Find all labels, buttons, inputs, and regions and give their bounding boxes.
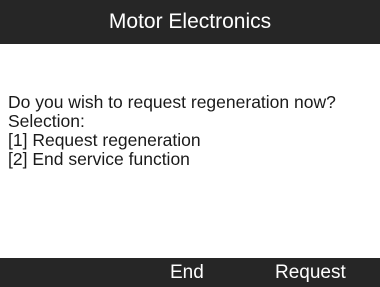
end-button[interactable]: End <box>170 258 204 287</box>
request-button[interactable]: Request <box>275 258 346 287</box>
diagnostic-screen: Motor Electronics Do you wish to request… <box>0 0 380 287</box>
option-end-service-function[interactable]: [2] End service function <box>8 150 378 169</box>
option-request-regeneration[interactable]: [1] Request regeneration <box>8 131 378 150</box>
prompt-question: Do you wish to request regeneration now? <box>8 92 336 112</box>
screen-title: Motor Electronics <box>108 10 272 33</box>
prompt-area: Do you wish to request regeneration now?… <box>8 93 378 169</box>
selection-label: Selection: <box>8 111 85 131</box>
title-bar: Motor Electronics <box>0 0 380 44</box>
softkey-bar: End Request <box>0 258 380 287</box>
